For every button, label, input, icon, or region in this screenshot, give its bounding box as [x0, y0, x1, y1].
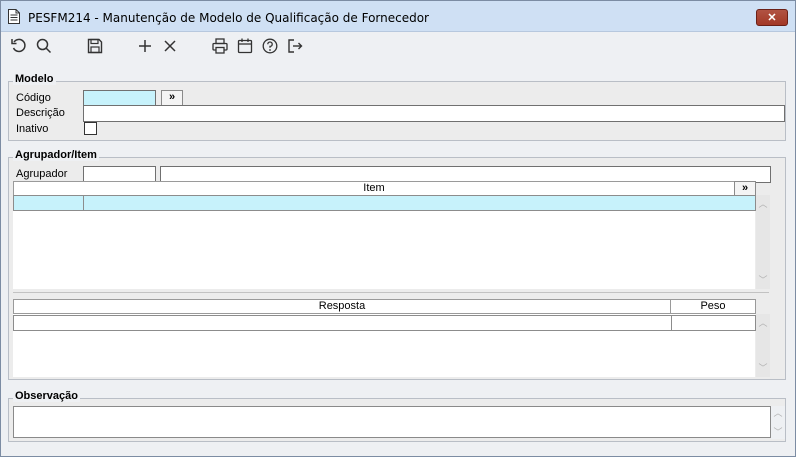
item-lookup-button[interactable]: »	[734, 181, 756, 196]
modelo-group: Modelo Código » Descrição Inativo	[8, 73, 786, 141]
agrupador-group: Agrupador/Item Agrupador Item » ︿ ﹀ Resp…	[8, 149, 786, 380]
item-column-header[interactable]: Item	[13, 181, 735, 196]
codigo-label: Código	[16, 92, 51, 104]
inativo-checkbox[interactable]	[84, 122, 97, 135]
document-icon	[8, 9, 20, 24]
scroll-up-icon[interactable]: ︿	[773, 408, 783, 418]
agrupador-legend: Agrupador/Item	[13, 149, 99, 161]
inativo-label: Inativo	[16, 123, 49, 135]
peso-column-header[interactable]: Peso	[670, 299, 756, 314]
scroll-up-icon[interactable]: ︿	[758, 199, 768, 209]
scroll-down-icon[interactable]: ﹀	[758, 275, 768, 285]
item-row-desc-cell[interactable]	[83, 195, 756, 211]
divider	[13, 292, 769, 293]
observacao-group: Observação ︿ ﹀	[8, 390, 786, 442]
exit-icon[interactable]	[285, 36, 305, 56]
add-icon[interactable]	[135, 36, 155, 56]
item-grid: Item »	[13, 181, 756, 289]
observacao-textarea[interactable]	[13, 406, 771, 438]
item-scrollbar[interactable]: ︿ ﹀	[756, 195, 770, 289]
application-window: PESFM214 - Manutenção de Modelo de Quali…	[0, 0, 796, 457]
help-icon[interactable]	[260, 36, 280, 56]
modelo-legend: Modelo	[13, 73, 56, 85]
resposta-row-cell[interactable]	[13, 315, 672, 331]
item-row-code-cell[interactable]	[13, 195, 84, 211]
calendar-icon[interactable]	[235, 36, 255, 56]
form-content: Modelo Código » Descrição Inativo Agrupa…	[1, 61, 795, 456]
save-icon[interactable]	[85, 36, 105, 56]
observacao-scrollbar[interactable]: ︿ ﹀	[771, 406, 785, 439]
search-icon[interactable]	[34, 36, 54, 56]
print-icon[interactable]	[210, 36, 230, 56]
descricao-input[interactable]	[83, 105, 785, 122]
delete-icon[interactable]	[160, 36, 180, 56]
peso-row-cell[interactable]	[671, 315, 756, 331]
resposta-scrollbar[interactable]: ︿ ﹀	[756, 314, 770, 377]
title-bar: PESFM214 - Manutenção de Modelo de Quali…	[1, 1, 795, 32]
scroll-down-icon[interactable]: ﹀	[773, 427, 783, 437]
scroll-up-icon[interactable]: ︿	[758, 318, 768, 328]
resposta-grid: Resposta Peso	[13, 299, 756, 377]
descricao-label: Descrição	[16, 107, 65, 119]
observacao-legend: Observação	[13, 390, 80, 402]
resposta-column-header[interactable]: Resposta	[13, 299, 671, 314]
undo-icon[interactable]	[9, 36, 29, 56]
window-title: PESFM214 - Manutenção de Modelo de Quali…	[28, 11, 429, 25]
close-button[interactable]: ✕	[756, 9, 788, 26]
close-icon: ✕	[767, 12, 777, 24]
codigo-lookup-button[interactable]: »	[161, 90, 183, 106]
agrupador-label: Agrupador	[16, 168, 68, 180]
toolbar	[1, 32, 795, 61]
scroll-down-icon[interactable]: ﹀	[758, 363, 768, 373]
